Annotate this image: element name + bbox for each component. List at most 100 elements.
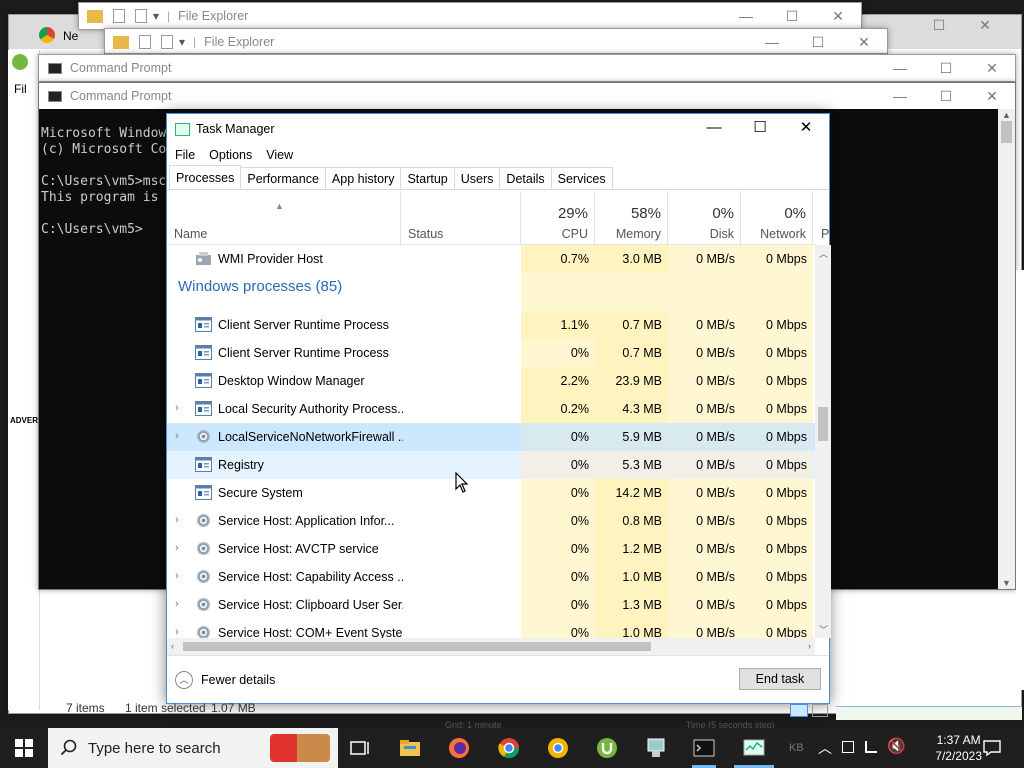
- new-folder-icon[interactable]: [135, 9, 147, 23]
- column-network[interactable]: 0% Network: [741, 191, 813, 245]
- network-tool-icon[interactable]: [644, 736, 668, 760]
- scroll-up-arrow[interactable]: ︿: [819, 247, 828, 260]
- chevron-right-icon[interactable]: ›: [175, 570, 179, 582]
- scrollbar-thumb[interactable]: [1001, 121, 1012, 143]
- chevron-down-icon[interactable]: ▾: [153, 9, 159, 23]
- tab-startup[interactable]: Startup: [400, 167, 455, 189]
- search-box[interactable]: Type here to search: [48, 728, 338, 768]
- process-list[interactable]: WMI Provider Host 0.7% 3.0 MB 0 MB/s 0 Mbps W…: [167, 245, 815, 638]
- chevron-right-icon[interactable]: ›: [175, 402, 179, 414]
- end-task-button[interactable]: End task: [739, 668, 821, 690]
- network-status-icon[interactable]: [842, 741, 854, 753]
- menu-file[interactable]: File: [175, 148, 195, 162]
- maximize-button[interactable]: ☐: [923, 55, 969, 81]
- tab-services[interactable]: Services: [550, 167, 613, 189]
- chevron-down-icon[interactable]: ▾: [179, 35, 185, 49]
- browser-tab-label[interactable]: Ne: [63, 29, 78, 43]
- command-prompt-icon[interactable]: [692, 736, 716, 760]
- maximize-button[interactable]: ☐: [769, 3, 815, 29]
- task-view-icon[interactable]: [348, 736, 372, 760]
- scroll-down-arrow[interactable]: ﹀: [819, 623, 828, 636]
- utorrent-icon[interactable]: [595, 736, 619, 760]
- horizontal-scrollbar[interactable]: ‹ ›: [167, 638, 815, 655]
- process-row[interactable]: › Service Host: COM+ Event Syste... 0% 1.0 …: [167, 619, 815, 638]
- large-icons-view-icon[interactable]: [812, 704, 828, 717]
- close-button[interactable]: ✕: [815, 3, 861, 29]
- properties-icon[interactable]: [113, 9, 125, 23]
- volume-muted-icon[interactable]: 🔇: [887, 737, 906, 755]
- scroll-left-arrow[interactable]: ‹: [171, 641, 174, 651]
- minimize-button[interactable]: —: [877, 83, 923, 109]
- scrollbar-thumb[interactable]: [183, 642, 651, 651]
- fewer-details-button[interactable]: ︿ Fewer details: [175, 671, 275, 689]
- vertical-scrollbar[interactable]: ︿ ﹀: [815, 245, 831, 638]
- chrome-alt-icon[interactable]: [546, 736, 570, 760]
- maximize-button[interactable]: ☐: [923, 83, 969, 109]
- console-output[interactable]: Microsoft Windows(c) Microsoft Co​C:\Use…: [41, 110, 174, 270]
- task-manager-icon[interactable]: [742, 736, 766, 760]
- process-row[interactable]: WMI Provider Host 0.7% 3.0 MB 0 MB/s 0 Mbps: [167, 245, 815, 273]
- minimize-button[interactable]: —: [749, 29, 795, 55]
- tab-performance[interactable]: Performance: [240, 167, 326, 189]
- maximize-button[interactable]: ☐: [737, 114, 783, 142]
- process-row[interactable]: › Service Host: Application Infor... 0% 0.8…: [167, 507, 815, 535]
- ethernet-icon[interactable]: [865, 741, 877, 753]
- menu-options[interactable]: Options: [209, 148, 252, 162]
- tab-users[interactable]: Users: [453, 167, 501, 189]
- scrollbar-thumb[interactable]: [818, 407, 828, 441]
- minimize-button[interactable]: —: [723, 3, 769, 29]
- chrome-icon[interactable]: [497, 736, 521, 760]
- file-explorer-icon[interactable]: [398, 736, 422, 760]
- column-disk[interactable]: 0% Disk: [668, 191, 741, 245]
- close-button[interactable]: ✕: [962, 12, 1008, 38]
- column-power[interactable]: P: [813, 191, 829, 245]
- firefox-icon[interactable]: [447, 736, 471, 760]
- scroll-down-arrow[interactable]: ▼: [1002, 578, 1011, 588]
- process-row[interactable]: › Service Host: AVCTP service 0% 1.2 MB 0 MB…: [167, 535, 815, 563]
- process-row[interactable]: Desktop Window Manager 2.2% 23.9 MB 0 MB/s 0…: [167, 367, 815, 395]
- tab-app-history[interactable]: App history: [324, 167, 402, 189]
- chevron-right-icon[interactable]: ›: [175, 626, 179, 638]
- column-cpu[interactable]: 29% CPU: [521, 191, 595, 245]
- close-button[interactable]: ✕: [841, 29, 887, 55]
- column-memory[interactable]: 58% Memory: [595, 191, 668, 245]
- maximize-button[interactable]: ☐: [795, 29, 841, 55]
- process-row[interactable]: Secure System 0% 14.2 MB 0 MB/s 0 Mbps: [167, 479, 815, 507]
- tray-chevron-up-icon[interactable]: ︿: [818, 738, 832, 758]
- process-row[interactable]: Client Server Runtime Process 0% 0.7 MB 0 M…: [167, 339, 815, 367]
- close-button[interactable]: ✕: [783, 114, 829, 142]
- column-status[interactable]: Status: [401, 191, 521, 245]
- process-row[interactable]: › Service Host: Clipboard User Ser... 0% 1.…: [167, 591, 815, 619]
- chrome-icon[interactable]: [39, 27, 55, 43]
- column-name[interactable]: ▲ Name: [167, 191, 401, 245]
- process-row[interactable]: › Local Security Authority Process... 0.2%…: [167, 395, 815, 423]
- close-button[interactable]: ✕: [969, 83, 1015, 109]
- minimize-button[interactable]: —: [691, 114, 737, 142]
- process-row[interactable]: Client Server Runtime Process 1.1% 0.7 MB 0…: [167, 311, 815, 339]
- process-row[interactable]: › Service Host: Capability Access ... 0% 1.…: [167, 563, 815, 591]
- scroll-up-arrow[interactable]: ▲: [1002, 110, 1011, 120]
- system-clock[interactable]: 1:37 AM 7/2/2023: [935, 732, 982, 764]
- utorrent-icon[interactable]: [12, 54, 28, 70]
- close-button[interactable]: ✕: [969, 55, 1015, 81]
- details-view-icon[interactable]: [790, 704, 808, 717]
- search-highlight-icon[interactable]: [270, 734, 330, 762]
- process-row[interactable]: Registry 0% 5.3 MB 0 MB/s 0 Mbps: [167, 451, 815, 479]
- tab-processes[interactable]: Processes: [169, 165, 242, 189]
- chevron-right-icon[interactable]: ›: [175, 542, 179, 554]
- minimize-button[interactable]: —: [877, 55, 923, 81]
- new-folder-icon[interactable]: [161, 35, 173, 49]
- process-row[interactable]: › LocalServiceNoNetworkFirewall ... 0% 5.9 …: [167, 423, 815, 451]
- menu-file-fragment[interactable]: Fil: [14, 82, 27, 96]
- properties-icon[interactable]: [139, 35, 151, 49]
- tab-details[interactable]: Details: [499, 167, 552, 189]
- chevron-right-icon[interactable]: ›: [175, 430, 179, 442]
- console-scrollbar[interactable]: ▲ ▼: [998, 109, 1015, 589]
- notification-icon[interactable]: [983, 739, 1001, 757]
- maximize-button[interactable]: ☐: [916, 12, 962, 38]
- menu-view[interactable]: View: [266, 148, 293, 162]
- scroll-right-arrow[interactable]: ›: [808, 641, 811, 651]
- group-header-windows-processes[interactable]: Windows processes (85): [167, 273, 815, 311]
- chevron-right-icon[interactable]: ›: [175, 514, 179, 526]
- chevron-right-icon[interactable]: ›: [175, 598, 179, 610]
